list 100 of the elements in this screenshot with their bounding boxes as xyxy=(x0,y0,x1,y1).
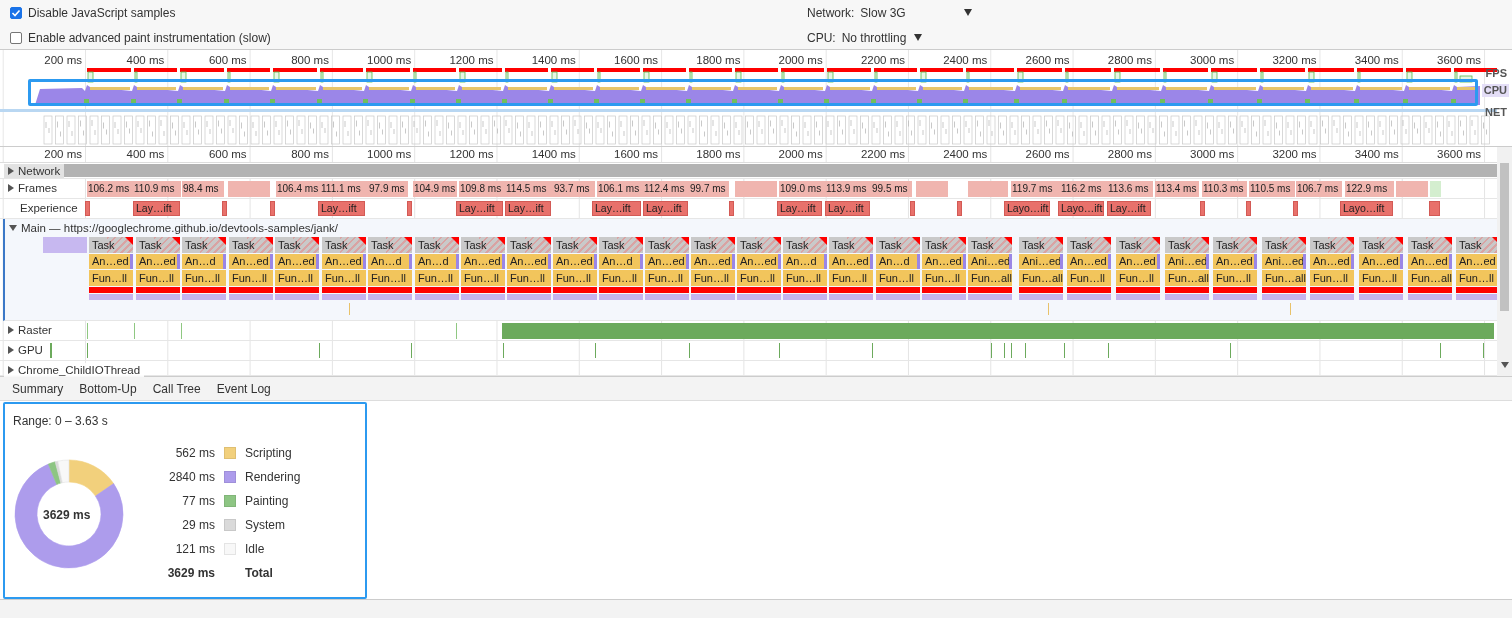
layout-bar[interactable] xyxy=(553,294,597,300)
task-bar[interactable]: Task xyxy=(968,237,1012,253)
task-bar[interactable]: Task xyxy=(507,237,551,253)
checkbox[interactable] xyxy=(10,31,22,44)
frame-bar[interactable]: 116.2 ms xyxy=(1060,181,1107,197)
frame-bar[interactable]: 106.4 ms xyxy=(276,181,320,197)
task-bar[interactable]: Task xyxy=(737,237,781,253)
animation-frame-bar[interactable]: An…ed xyxy=(829,254,873,269)
animation-frame-bar[interactable]: An…d xyxy=(599,254,643,269)
frame-bar[interactable]: 106.2 ms xyxy=(87,181,134,197)
animation-frame-bar[interactable]: An…ed xyxy=(1213,254,1257,269)
layout-shift-bar[interactable] xyxy=(1200,201,1205,216)
function-call-bar[interactable]: Fun…ll xyxy=(645,270,689,286)
function-call-bar[interactable]: Fun…ll xyxy=(737,270,781,286)
frame-bar[interactable]: 93.7 ms xyxy=(553,181,595,197)
frame-bar[interactable]: 122.9 ms xyxy=(1345,181,1394,197)
function-call-bar[interactable]: Fun…ll xyxy=(461,270,505,286)
function-call-bar[interactable]: Fun…ll xyxy=(691,270,735,286)
task-bar[interactable]: Task xyxy=(783,237,827,253)
function-call-bar[interactable]: Fun…ll xyxy=(1116,270,1160,286)
layout-shift-bar[interactable] xyxy=(1429,201,1440,216)
frame-bar[interactable] xyxy=(1430,181,1441,197)
layout-shift-bar[interactable]: Lay…ift xyxy=(592,201,641,216)
task-bar[interactable]: Task xyxy=(322,237,366,253)
timer-bar[interactable] xyxy=(1456,287,1500,293)
function-call-bar[interactable]: Fun…ll xyxy=(275,270,319,286)
function-call-bar[interactable]: Fun…ll xyxy=(136,270,180,286)
animation-frame-bar[interactable]: Ani…ed xyxy=(1019,254,1063,269)
animation-frame-bar[interactable]: An…ed xyxy=(737,254,781,269)
animation-frame-bar[interactable]: An…d xyxy=(415,254,459,269)
task-bar[interactable]: Task xyxy=(922,237,966,253)
frame-bar[interactable]: 99.5 ms xyxy=(871,181,912,197)
layout-bar[interactable] xyxy=(322,294,366,300)
task-bar[interactable]: Task xyxy=(1310,237,1354,253)
layout-bar[interactable] xyxy=(415,294,459,300)
layout-bar[interactable] xyxy=(599,294,643,300)
frame-bar[interactable]: 109.8 ms xyxy=(459,181,505,197)
function-call-bar[interactable]: Fun…all xyxy=(1408,270,1452,286)
task-bar[interactable] xyxy=(43,237,87,253)
layout-shift-bar[interactable] xyxy=(407,201,412,216)
details-tab[interactable]: Event Log xyxy=(208,377,279,400)
animation-frame-bar[interactable]: An…ed xyxy=(1456,254,1500,269)
task-bar[interactable]: Task xyxy=(1019,237,1063,253)
frame-bar[interactable]: 110.9 ms xyxy=(133,181,181,197)
layout-shift-bar[interactable] xyxy=(910,201,915,216)
frame-bar[interactable] xyxy=(228,181,270,197)
animation-frame-bar[interactable]: An…ed xyxy=(1359,254,1403,269)
layout-bar[interactable] xyxy=(89,294,133,300)
task-bar[interactable]: Task xyxy=(136,237,180,253)
task-bar[interactable]: Task xyxy=(1262,237,1306,253)
task-bar[interactable]: Task xyxy=(645,237,689,253)
frame-bar[interactable]: 104.9 ms xyxy=(413,181,457,197)
animation-frame-bar[interactable]: Ani…ed xyxy=(1262,254,1306,269)
function-call-bar[interactable]: Fun…all xyxy=(968,270,1012,286)
layout-shift-bar[interactable]: Lay…ift xyxy=(133,201,180,216)
collapse-arrow-icon[interactable] xyxy=(9,225,17,231)
frame-bar[interactable] xyxy=(968,181,1008,197)
animation-frame-bar[interactable]: An…ed xyxy=(645,254,689,269)
frame-bar[interactable]: 114.5 ms xyxy=(505,181,553,197)
function-call-bar[interactable]: Fun…ll xyxy=(829,270,873,286)
function-call-bar[interactable]: Fun…all xyxy=(1019,270,1063,286)
task-bar[interactable]: Task xyxy=(415,237,459,253)
layout-bar[interactable] xyxy=(1213,294,1257,300)
frame-bar[interactable]: 119.7 ms xyxy=(1011,181,1060,197)
layout-bar[interactable] xyxy=(1456,294,1500,300)
frame-bar[interactable]: 113.9 ms xyxy=(825,181,872,197)
function-call-bar[interactable]: Fun…ll xyxy=(1310,270,1354,286)
function-call-bar[interactable]: Fun…ll xyxy=(1213,270,1257,286)
layout-shift-bar[interactable]: Lay…ift xyxy=(318,201,365,216)
layout-bar[interactable] xyxy=(1165,294,1209,300)
frame-bar[interactable]: 112.4 ms xyxy=(643,181,690,197)
task-bar[interactable]: Task xyxy=(461,237,505,253)
layout-shift-bar[interactable]: Lay…ift xyxy=(777,201,822,216)
layout-shift-bar[interactable]: Layo…ift xyxy=(1340,201,1393,216)
task-bar[interactable]: Task xyxy=(1213,237,1257,253)
function-call-bar[interactable]: Fun…all xyxy=(1262,270,1306,286)
function-call-bar[interactable]: Fun…all xyxy=(1165,270,1209,286)
layout-bar[interactable] xyxy=(1310,294,1354,300)
layout-bar[interactable] xyxy=(691,294,735,300)
task-bar[interactable]: Task xyxy=(229,237,273,253)
frame-bar[interactable] xyxy=(1396,181,1428,197)
checkbox[interactable] xyxy=(10,6,22,19)
layout-bar[interactable] xyxy=(1116,294,1160,300)
animation-frame-bar[interactable]: An…ed xyxy=(461,254,505,269)
layout-bar[interactable] xyxy=(136,294,180,300)
frame-bar[interactable]: 97.9 ms xyxy=(368,181,408,197)
function-call-bar[interactable]: Fun…ll xyxy=(783,270,827,286)
animation-frame-bar[interactable]: An…ed xyxy=(89,254,133,269)
animation-frame-bar[interactable]: An…d xyxy=(368,254,412,269)
animation-frame-bar[interactable]: An…ed xyxy=(1408,254,1452,269)
frame-bar[interactable]: 113.6 ms xyxy=(1107,181,1153,197)
function-call-bar[interactable]: Fun…ll xyxy=(1067,270,1111,286)
layout-bar[interactable] xyxy=(275,294,319,300)
task-bar[interactable]: Task xyxy=(182,237,226,253)
layout-shift-bar[interactable]: Layo…ift xyxy=(1004,201,1050,216)
layout-bar[interactable] xyxy=(1067,294,1111,300)
layout-bar[interactable] xyxy=(968,294,1012,300)
layout-bar[interactable] xyxy=(182,294,226,300)
layout-shift-bar[interactable]: Layo…ift xyxy=(1058,201,1104,216)
task-bar[interactable]: Task xyxy=(275,237,319,253)
